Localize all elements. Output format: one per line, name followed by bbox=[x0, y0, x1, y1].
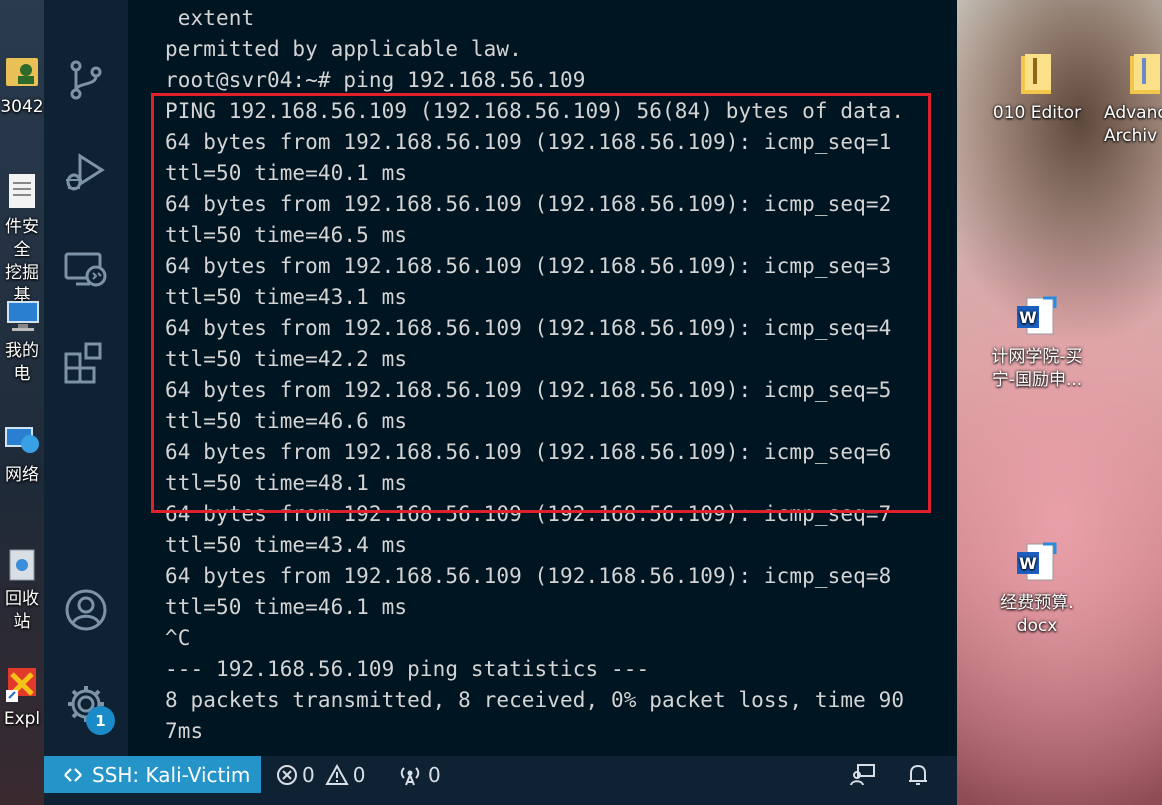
terminal-line: 64 bytes from 192.168.56.109 (192.168.56… bbox=[165, 378, 892, 402]
desktop-icon-label: 3042 bbox=[0, 97, 44, 117]
app-shortcut-icon bbox=[6, 668, 36, 702]
desktop-icon-label: 宁-国励申... bbox=[991, 370, 1083, 390]
desktop-icon-word-doc-2[interactable]: W 经费预算. docx bbox=[974, 540, 1100, 638]
desktop-icon-user-folder[interactable]: 3042 bbox=[0, 52, 44, 119]
recycle-bin-icon bbox=[9, 549, 35, 581]
terminal-line: 64 bytes from 192.168.56.109 (192.168.56… bbox=[165, 254, 892, 278]
terminal-line: 8 packets transmitted, 8 received, 0% pa… bbox=[165, 688, 905, 712]
extensions-icon[interactable] bbox=[64, 340, 108, 384]
remote-icon bbox=[64, 767, 82, 782]
explorer-icon[interactable] bbox=[64, 0, 108, 26]
desktop-icon-label: 经费预算. bbox=[1000, 593, 1074, 613]
vscode-window: 1 extent permitted by applicable law. ro… bbox=[44, 0, 957, 805]
error-count: 0 bbox=[302, 762, 315, 787]
desktop-icon-label: 计网学院-买 bbox=[991, 347, 1083, 367]
terminal-line: ttl=50 time=46.6 ms bbox=[165, 409, 408, 433]
feedback-icon bbox=[850, 763, 875, 785]
notifications-button[interactable] bbox=[906, 756, 930, 793]
account-icon[interactable] bbox=[64, 588, 108, 632]
settings-notification-badge: 1 bbox=[86, 706, 115, 735]
computer-icon bbox=[7, 301, 39, 331]
word-document-icon: W bbox=[1017, 542, 1057, 581]
desktop-icon-my-computer[interactable]: 我的电 bbox=[0, 296, 44, 386]
activity-bar: 1 bbox=[44, 0, 129, 756]
network-icon bbox=[5, 427, 39, 453]
word-document-icon: W bbox=[1017, 296, 1057, 335]
remote-label: SSH: Kali-Victim bbox=[92, 762, 251, 787]
desktop-icon-explorer[interactable]: Expl bbox=[0, 664, 44, 731]
warning-count: 0 bbox=[352, 762, 366, 787]
broadcast-icon bbox=[400, 766, 420, 785]
desktop-icon-security-doc[interactable]: 件安全 挖掘基 bbox=[0, 172, 44, 308]
error-icon bbox=[277, 764, 297, 785]
terminal-line: --- 192.168.56.109 ping statistics --- bbox=[165, 657, 650, 681]
terminal-line: ttl=50 time=40.1 ms bbox=[165, 161, 408, 185]
problems-indicator[interactable]: 0 0 bbox=[276, 756, 365, 793]
desktop-icon-word-doc-1[interactable]: W 计网学院-买 宁-国励申... bbox=[974, 294, 1100, 392]
terminal-line: 64 bytes from 192.168.56.109 (192.168.56… bbox=[165, 316, 892, 340]
terminal-line: 64 bytes from 192.168.56.109 (192.168.56… bbox=[165, 564, 892, 588]
terminal-line: extent bbox=[165, 6, 255, 30]
folder-zip-icon bbox=[1021, 54, 1051, 94]
terminal-line: ttl=50 time=46.5 ms bbox=[165, 223, 408, 247]
ports-count: 0 bbox=[428, 762, 441, 787]
desktop-icon-label: Expl bbox=[3, 709, 41, 729]
source-control-icon[interactable] bbox=[64, 58, 108, 102]
terminal-line: PING 192.168.56.109 (192.168.56.109) 56(… bbox=[165, 99, 905, 123]
desktop-icon-label: 网络 bbox=[5, 465, 39, 485]
warning-icon bbox=[325, 763, 349, 785]
desktop-icon-label: 回收站 bbox=[5, 589, 39, 632]
folder-zip-icon bbox=[1130, 54, 1160, 94]
desktop-icon-label: 件安全 bbox=[5, 217, 39, 260]
desktop-icon-advanced-archive[interactable]: Advanc Archiv bbox=[1104, 50, 1162, 148]
terminal-line: 7ms bbox=[165, 719, 204, 743]
terminal-line: 64 bytes from 192.168.56.109 (192.168.56… bbox=[165, 130, 892, 154]
terminal-line: ttl=50 time=46.1 ms bbox=[165, 595, 408, 619]
desktop-icon-label: 我的电 bbox=[5, 341, 39, 384]
status-bar: SSH: Kali-Victim 0 0 0 bbox=[44, 756, 957, 793]
terminal-line: 64 bytes from 192.168.56.109 (192.168.56… bbox=[165, 192, 892, 216]
desktop-icon-label: docx bbox=[1016, 616, 1058, 636]
terminal-line: ttl=50 time=43.1 ms bbox=[165, 285, 408, 309]
terminal-panel[interactable]: extent permitted by applicable law. root… bbox=[128, 0, 957, 756]
desktop-icon-010-editor[interactable]: 010 Editor bbox=[982, 50, 1092, 125]
terminal-line: ttl=50 time=43.4 ms bbox=[165, 533, 408, 557]
ports-indicator[interactable]: 0 bbox=[398, 756, 441, 793]
terminal-line: ttl=50 time=42.2 ms bbox=[165, 347, 408, 371]
desktop-icon-recycle-bin[interactable]: 回收站 bbox=[0, 544, 44, 634]
feedback-button[interactable] bbox=[850, 756, 876, 793]
bell-icon bbox=[909, 764, 927, 785]
folder-user-icon bbox=[6, 58, 38, 86]
remote-indicator-button[interactable]: SSH: Kali-Victim bbox=[44, 756, 261, 793]
terminal-line: 64 bytes from 192.168.56.109 (192.168.56… bbox=[165, 440, 892, 464]
terminal-prompt-line: root@svr04:~# ping 192.168.56.109 bbox=[165, 68, 586, 92]
terminal-line: 64 bytes from 192.168.56.109 (192.168.56… bbox=[165, 502, 892, 526]
terminal-line: ^C bbox=[165, 626, 191, 650]
desktop-icon-label: Advanc bbox=[1104, 103, 1162, 123]
terminal-line: ttl=50 time=48.1 ms bbox=[165, 471, 408, 495]
desktop-icon-label: 010 Editor bbox=[992, 103, 1082, 123]
terminal-line: permitted by applicable law. bbox=[165, 37, 522, 61]
document-icon bbox=[9, 174, 35, 208]
desktop-icon-label: Archiv bbox=[1104, 126, 1158, 146]
svg-text:W: W bbox=[1019, 554, 1037, 573]
desktop-icon-network[interactable]: 网络 bbox=[0, 420, 44, 487]
svg-text:W: W bbox=[1019, 308, 1037, 327]
remote-explorer-icon[interactable] bbox=[64, 246, 108, 290]
run-debug-icon[interactable] bbox=[64, 150, 108, 194]
